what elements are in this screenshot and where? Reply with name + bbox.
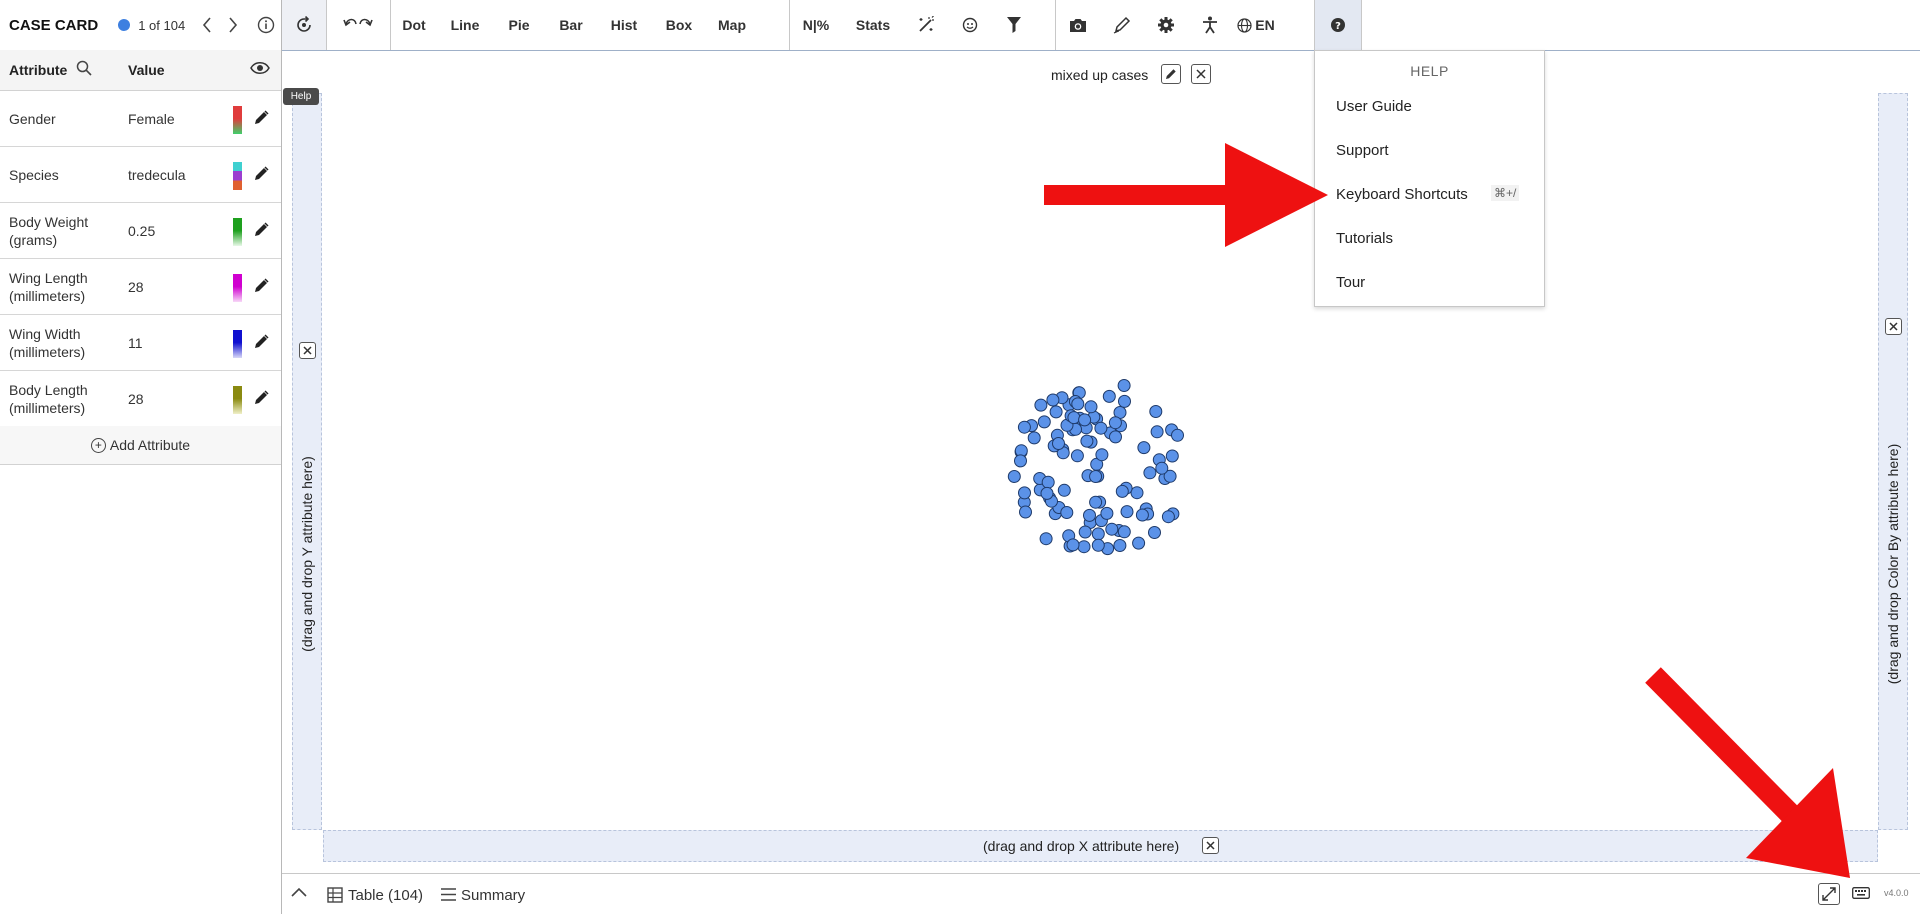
data-points [1007,379,1184,556]
data-point[interactable] [1109,430,1122,444]
data-point[interactable] [1149,405,1163,418]
summary-button[interactable]: Summary [461,887,525,904]
collapse-button[interactable] [291,887,307,897]
menu-item-keyboard-shortcuts[interactable]: Keyboard Shortcuts [1336,186,1468,203]
data-point[interactable] [1041,475,1055,489]
data-point[interactable] [1115,484,1129,498]
data-point[interactable] [1095,448,1109,462]
table-icon [327,887,343,903]
help-tooltip: Help [283,88,319,105]
data-point[interactable] [1105,522,1119,536]
data-point[interactable] [1108,416,1122,430]
data-point[interactable] [1137,441,1151,455]
data-point[interactable] [1091,538,1105,552]
data-point[interactable] [1040,486,1054,500]
data-point[interactable] [1078,413,1092,427]
menu-item-tutorials[interactable]: Tutorials [1336,230,1393,247]
data-point[interactable] [1084,400,1098,414]
data-point[interactable] [1066,538,1080,552]
data-point[interactable] [1049,405,1063,419]
keyboard-shortcut-hint: ⌘+/ [1491,185,1520,201]
data-point[interactable] [1130,486,1144,500]
data-point[interactable] [1037,415,1051,429]
help-menu: HELP User Guide Support Keyboard Shortcu… [1314,50,1545,307]
data-point[interactable] [1017,420,1031,434]
data-point[interactable] [1034,398,1048,412]
data-point[interactable] [1102,389,1116,403]
fullscreen-button[interactable] [1818,883,1840,905]
keyboard-icon [1852,887,1870,899]
data-point[interactable] [1083,508,1096,522]
data-point[interactable] [1117,525,1131,539]
help-menu-header: HELP [1410,63,1449,79]
data-point[interactable] [1155,461,1169,475]
data-point[interactable] [1117,379,1131,392]
data-point[interactable] [1039,532,1053,546]
data-point[interactable] [1052,437,1065,450]
data-point[interactable] [1080,434,1094,448]
data-point[interactable] [1135,508,1149,522]
menu-item-tour[interactable]: Tour [1336,274,1365,291]
data-point[interactable] [1113,539,1127,552]
data-point[interactable] [1067,411,1081,425]
data-point[interactable] [1091,527,1105,541]
data-point[interactable] [1060,506,1074,519]
bottom-bar: Table (104) Summary [282,873,1920,915]
data-point[interactable] [1143,466,1157,480]
data-point[interactable] [1165,449,1179,463]
data-point[interactable] [1118,394,1131,408]
table-button[interactable]: Table (104) [348,887,423,904]
data-point[interactable] [1071,397,1085,411]
data-point[interactable] [1078,525,1092,539]
version-label: v4.0.0 [1884,888,1909,898]
data-point[interactable] [1100,506,1114,520]
data-point[interactable] [1019,505,1032,519]
data-point[interactable] [1094,421,1108,435]
data-point[interactable] [1089,470,1103,483]
data-point[interactable] [1148,526,1161,539]
data-point[interactable] [1046,393,1060,407]
data-point[interactable] [1132,536,1146,550]
data-point[interactable] [1014,454,1027,468]
data-point[interactable] [1018,486,1031,500]
scatter-plot [1007,379,1184,556]
expand-icon [1822,887,1836,901]
data-point[interactable] [1089,495,1103,509]
data-point[interactable] [1027,431,1041,445]
chevron-up-icon [291,887,307,897]
data-point[interactable] [1070,449,1084,463]
data-point[interactable] [1057,483,1071,497]
summary-list-icon [441,888,456,901]
menu-item-user-guide[interactable]: User Guide [1336,98,1412,115]
data-point[interactable] [1150,425,1164,439]
data-point[interactable] [1161,510,1175,524]
menu-item-support[interactable]: Support [1336,142,1389,159]
data-point[interactable] [1007,470,1021,483]
data-point[interactable] [1120,505,1134,519]
keyboard-button[interactable] [1852,887,1870,899]
data-point[interactable] [1171,428,1184,442]
data-point[interactable] [1077,540,1091,554]
